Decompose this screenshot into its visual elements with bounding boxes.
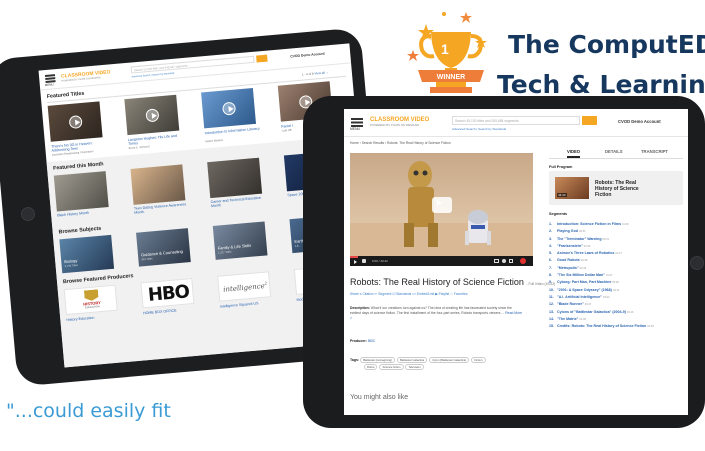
title-producer: Motion Masters [205, 138, 224, 144]
account-name[interactable]: CVOD Demo Account [290, 52, 325, 59]
producer-link[interactable]: BBC [368, 339, 375, 343]
video-title: Robots: The Real History of Science Fict… [350, 277, 556, 287]
intelligence-logo-text: intelligence2 [222, 280, 268, 294]
full-program-label: Full Program [549, 165, 573, 169]
tablet-front: MENU CLASSROOM VIDEO POWERED BY FILMS ON … [303, 96, 705, 428]
full-program-thumb[interactable]: 43:43 [555, 177, 589, 199]
headline-line-1: The ComputED [508, 30, 705, 59]
segment-item[interactable]: 15. Credits: Robots: The Real History of … [549, 323, 659, 330]
breadcrumb[interactable]: Home › Search Results › Robots: The Real… [350, 141, 451, 145]
play-icon[interactable] [144, 107, 159, 122]
search-button[interactable] [582, 116, 597, 125]
classroom-video-logo[interactable]: CLASSROOM VIDEO POWERED BY FILMS ON DEMAN… [61, 69, 111, 82]
video-player[interactable] [350, 153, 533, 256]
play-icon[interactable] [68, 114, 83, 129]
segment-item[interactable]: 13. Cylons of "Battlestar Galactica" (200… [549, 309, 649, 316]
segment-item[interactable]: 10. "2001: A Space Odyssey" (1968) 03:11 [549, 287, 683, 294]
tag[interactable]: Robot [364, 364, 378, 370]
producer-logo-hbo[interactable]: HBO [140, 277, 195, 309]
tag[interactable]: Cylon (Battlestar Galactica) [429, 357, 470, 363]
tag[interactable]: Battlestar Galactica [396, 357, 428, 363]
testimonial-quote: "...could easily fit [6, 400, 171, 422]
producer-logo-history[interactable]: HISTORY EDUCATION [63, 284, 118, 316]
headline-line-2: Tech & Learning [497, 70, 705, 99]
menu-icon[interactable] [44, 74, 56, 77]
tag[interactable]: Battlestar (reimagining) [360, 357, 395, 363]
advanced-search-link[interactable]: Advanced Search | Search by Standards [452, 127, 506, 131]
progress-bar[interactable] [350, 256, 358, 258]
full-program-title[interactable]: Robots: The Real History of Science Fict… [595, 180, 651, 198]
video-time: 0:00 / 43:42 [372, 259, 388, 263]
hbo-logo-text: HBO [147, 281, 190, 306]
fullscreen-icon[interactable] [509, 259, 513, 263]
search-button[interactable] [256, 54, 268, 63]
menu-label: MENU [350, 127, 360, 131]
segment-item[interactable]: 1. Introduction: Science Fiction in Films… [549, 221, 683, 228]
segment-item[interactable]: 4. "Frankenstein" 01:59 [549, 243, 683, 250]
segment-item[interactable]: 2. Playing God 03:33 [549, 228, 683, 235]
tags-row: Tags: Battlestar (reimagining) Battlesta… [350, 357, 528, 371]
tablet-front-screen: MENU CLASSROOM VIDEO POWERED BY FILMS ON … [344, 109, 688, 415]
segment-item[interactable]: 11. "A.I. Artificial Intelligence" 03:22 [549, 294, 683, 301]
home-button [20, 206, 36, 222]
account-name[interactable]: CVOD Demo Account [618, 119, 661, 124]
subject-count: 1,8... [294, 244, 301, 248]
you-might-also-like-heading: You might also like [350, 394, 409, 401]
thumb-month[interactable] [130, 164, 186, 205]
tag[interactable]: Television [405, 364, 424, 370]
segments-list: 1. Introduction: Science Fiction in Films… [549, 221, 683, 330]
site-header: MENU CLASSROOM VIDEO POWERED BY FILMS ON … [344, 109, 688, 137]
menu-icon[interactable] [351, 118, 363, 120]
menu-label: MENU [44, 82, 54, 88]
thumb-video[interactable] [124, 94, 180, 136]
video-actions[interactable]: Share ≤ Citation ✂ Segment ☑ Standards <… [350, 292, 467, 296]
producer-line: Producer: BBC [350, 339, 376, 343]
settings-icon[interactable] [502, 259, 506, 263]
segment-item[interactable]: 14. "The Matrix" 04:38 [549, 316, 683, 323]
segment-item[interactable]: 8. "The Six Million Dollar Man" 01:47 [549, 272, 683, 279]
thumb-month[interactable] [53, 171, 109, 212]
home-button [690, 256, 704, 270]
search-input[interactable]: Search 52,000 titles and 349,587 segment… [130, 55, 255, 74]
flash-icon[interactable] [520, 258, 526, 264]
segment-item[interactable]: 9. Cyborg: Part Man, Part Machine 03:00 [549, 279, 683, 286]
segments-label: Segments [549, 212, 568, 216]
title-link[interactable]: Introduction to Information Literacy [204, 126, 260, 136]
full-program-card[interactable]: 43:43 Robots: The Real History of Scienc… [549, 171, 683, 205]
segment-item[interactable]: 7. "Metropolis" 02:39 [549, 265, 683, 272]
volume-icon[interactable] [362, 259, 366, 263]
tag[interactable]: Fiction [471, 357, 486, 363]
segment-item[interactable]: 12. "Blade Runner" 03:27 [549, 301, 683, 308]
tab-video[interactable]: VIDEO [567, 149, 581, 158]
segment-item[interactable]: 3. The "Terminator" Warning 03:31 [549, 236, 683, 243]
tab-details[interactable]: DETAILS [605, 149, 623, 154]
thumb-video[interactable] [201, 87, 257, 129]
tab-bar: VIDEO DETAILS TRANSCRIPT [549, 149, 683, 159]
video-description: Description: What if our creations turn … [350, 306, 523, 320]
cc-icon[interactable] [494, 259, 499, 263]
svg-text:1: 1 [441, 41, 449, 57]
tag[interactable]: Science fiction [379, 364, 404, 370]
segment-item[interactable]: 5. Asimov's Three Laws of Robotics 02:27 [549, 250, 683, 257]
search-input[interactable]: Search 45,130 titles and 205,685 segment… [452, 116, 580, 125]
thumb-video[interactable] [47, 101, 103, 142]
play-small-icon[interactable] [354, 260, 357, 264]
segment-item[interactable]: 6. Good Robots 03:38 [549, 257, 683, 264]
featured-pager: 1 - 4 of 8 View all → [301, 70, 329, 77]
full-program-duration: 43:43 [557, 193, 567, 197]
play-icon[interactable] [221, 101, 236, 116]
play-button[interactable] [431, 196, 452, 213]
thumb-month[interactable] [207, 157, 263, 199]
producer-logo-intelligence[interactable]: intelligence2 [217, 271, 272, 302]
svg-text:WINNER: WINNER [437, 74, 465, 81]
tab-transcript[interactable]: TRANSCRIPT [641, 149, 668, 154]
page: WINNER 1 The ComputED Tech & Learning ".… [0, 0, 705, 451]
classroom-video-logo[interactable]: CLASSROOM VIDEO POWERED BY FILMS ON DEMAN… [370, 117, 429, 127]
